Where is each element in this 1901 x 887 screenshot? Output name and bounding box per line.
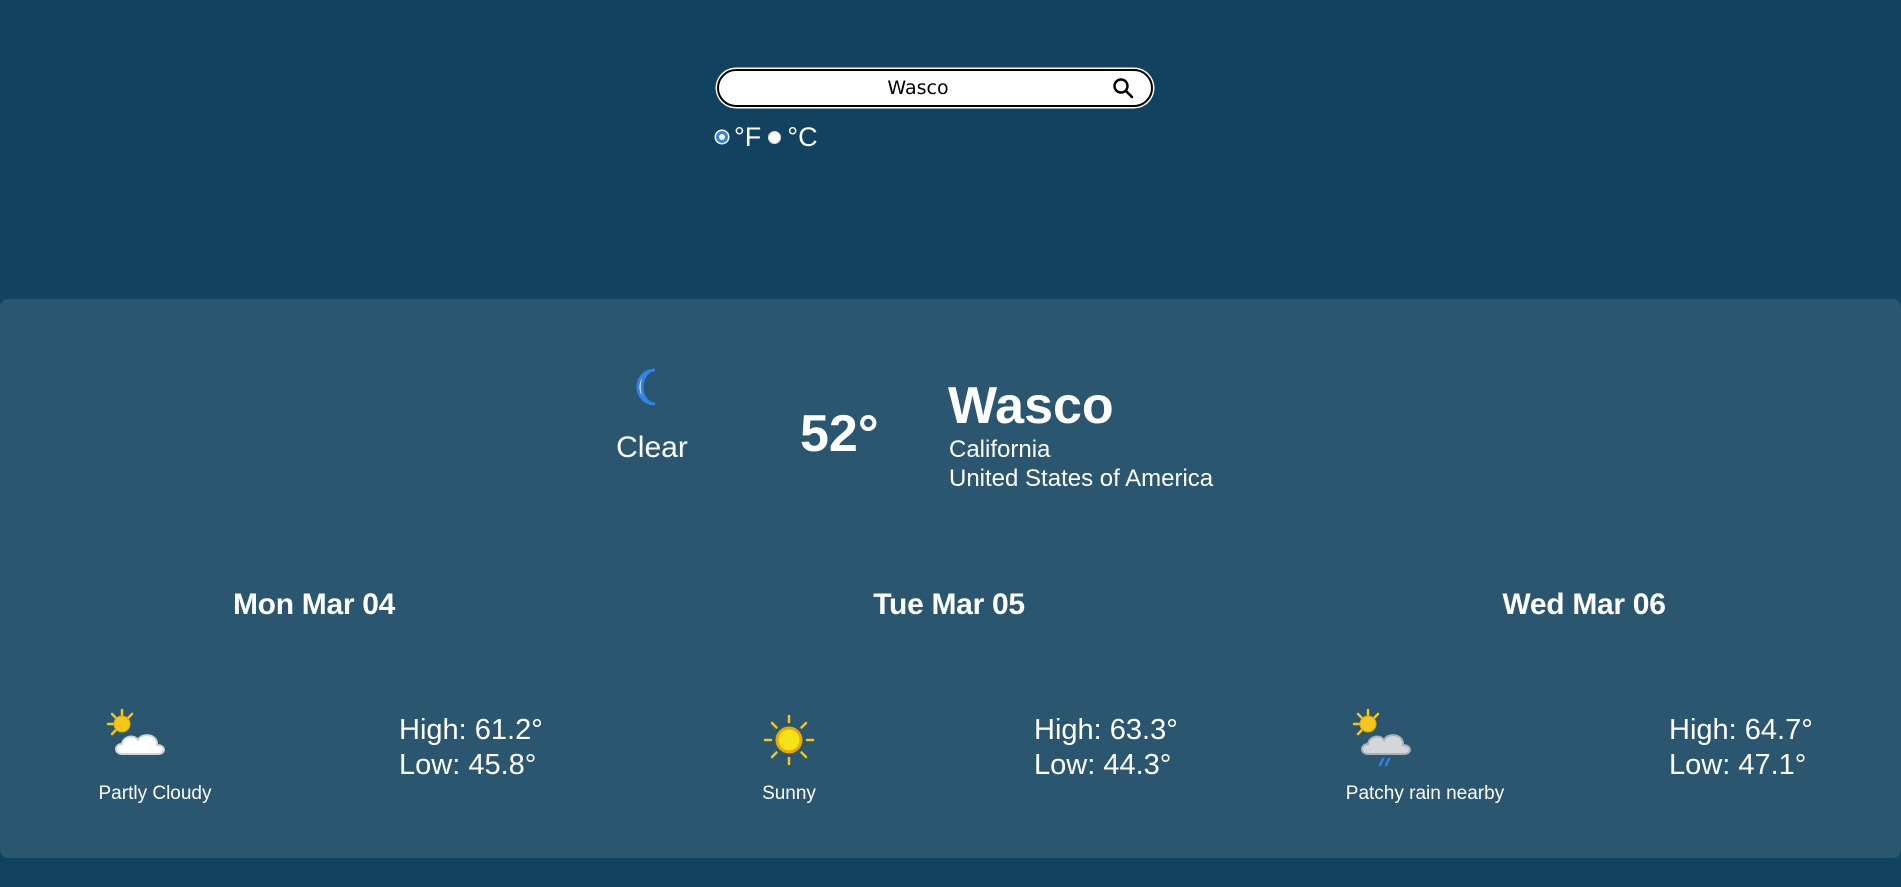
- forecast-date: Wed Mar 06: [1502, 588, 1666, 621]
- sun-icon: [763, 714, 815, 766]
- celsius-radio[interactable]: [768, 130, 782, 144]
- location-city: Wasco: [948, 377, 1114, 435]
- forecast-high: High: 63.3°: [1034, 714, 1178, 746]
- forecast-condition: Patchy rain nearby: [1345, 783, 1505, 804]
- location-country: United States of America: [949, 465, 1214, 492]
- forecast-condition: Partly Cloudy: [98, 783, 212, 804]
- search-icon: [1113, 78, 1134, 99]
- crescent-moon-icon: [636, 368, 656, 406]
- fahrenheit-label[interactable]: °F: [734, 122, 761, 153]
- forecast-condition: Sunny: [762, 783, 816, 804]
- unit-toggle: °F °C: [716, 120, 825, 154]
- forecast-low: Low: 47.1°: [1669, 749, 1807, 781]
- forecast-date: Tue Mar 05: [873, 588, 1025, 621]
- location-region: California: [949, 436, 1051, 463]
- search-box: [717, 69, 1153, 107]
- partly-cloudy-icon: [106, 708, 165, 755]
- patchy-rain-icon: [1352, 708, 1411, 767]
- current-condition: Clear: [616, 431, 688, 464]
- forecast-high: High: 64.7°: [1669, 714, 1813, 746]
- search-input[interactable]: [733, 71, 1103, 105]
- celsius-label[interactable]: °C: [787, 122, 817, 153]
- forecast-high: High: 61.2°: [399, 714, 543, 746]
- search-button[interactable]: [1109, 74, 1137, 102]
- forecast-low: Low: 44.3°: [1034, 749, 1172, 781]
- fahrenheit-radio[interactable]: [716, 131, 728, 143]
- forecast-low: Low: 45.8°: [399, 749, 537, 781]
- current-temperature: 52°: [800, 405, 879, 463]
- forecast-date: Mon Mar 04: [232, 588, 396, 621]
- weather-app: °F °C Clear 52° Wasco California United …: [0, 0, 1901, 887]
